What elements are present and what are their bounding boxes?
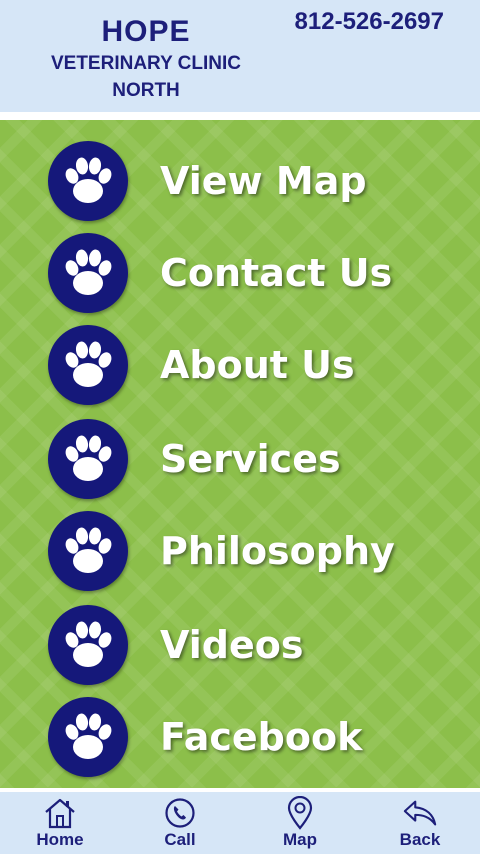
nav-call-label: Call — [164, 830, 196, 849]
clinic-name-line3: NORTH — [112, 80, 180, 101]
menu-item-services[interactable]: Services — [48, 418, 448, 500]
map-pin-icon — [282, 796, 318, 830]
paw-icon — [48, 697, 128, 777]
nav-back-button[interactable]: Back — [360, 792, 480, 854]
phone-number-link[interactable]: 812-526-2697 — [295, 8, 444, 36]
menu-item-label: View Map — [160, 159, 367, 203]
paw-icon — [48, 233, 128, 313]
nav-call-button[interactable]: Call — [120, 792, 240, 854]
menu-item-contact-us[interactable]: Contact Us — [48, 232, 448, 314]
menu-item-videos[interactable]: Videos — [48, 604, 448, 686]
bottom-nav-bar: Home Call Map Back — [0, 788, 480, 854]
paw-icon — [48, 419, 128, 499]
menu-item-label: About Us — [160, 343, 355, 387]
menu-item-label: Services — [160, 437, 341, 481]
menu-item-about-us[interactable]: About Us — [48, 324, 448, 406]
nav-map-button[interactable]: Map — [240, 792, 360, 854]
menu-item-label: Philosophy — [160, 529, 395, 573]
paw-icon — [48, 141, 128, 221]
back-arrow-icon — [402, 796, 438, 830]
clinic-name-line2: VETERINARY CLINIC — [50, 53, 242, 74]
nav-home-button[interactable]: Home — [0, 792, 120, 854]
nav-map-label: Map — [283, 830, 317, 849]
menu-item-view-map[interactable]: View Map — [48, 140, 448, 222]
menu-item-label: Contact Us — [160, 251, 393, 295]
paw-icon — [48, 605, 128, 685]
menu-item-facebook[interactable]: Facebook — [48, 696, 448, 778]
app-header: HOPE VETERINARY CLINIC NORTH 812-526-269… — [0, 0, 480, 116]
nav-back-label: Back — [399, 830, 441, 849]
menu-item-label: Videos — [160, 623, 304, 667]
clinic-name: HOPE VETERINARY CLINIC NORTH — [0, 14, 292, 104]
nav-home-label: Home — [36, 830, 84, 849]
paw-icon — [48, 511, 128, 591]
home-icon — [42, 796, 78, 830]
clinic-name-line1: HOPE — [101, 15, 191, 48]
menu-item-philosophy[interactable]: Philosophy — [48, 510, 448, 592]
phone-icon — [162, 796, 198, 830]
menu-item-label: Facebook — [160, 715, 363, 759]
menu-area: View Map Contact Us About Us Services Ph… — [0, 120, 480, 788]
paw-icon — [48, 325, 128, 405]
